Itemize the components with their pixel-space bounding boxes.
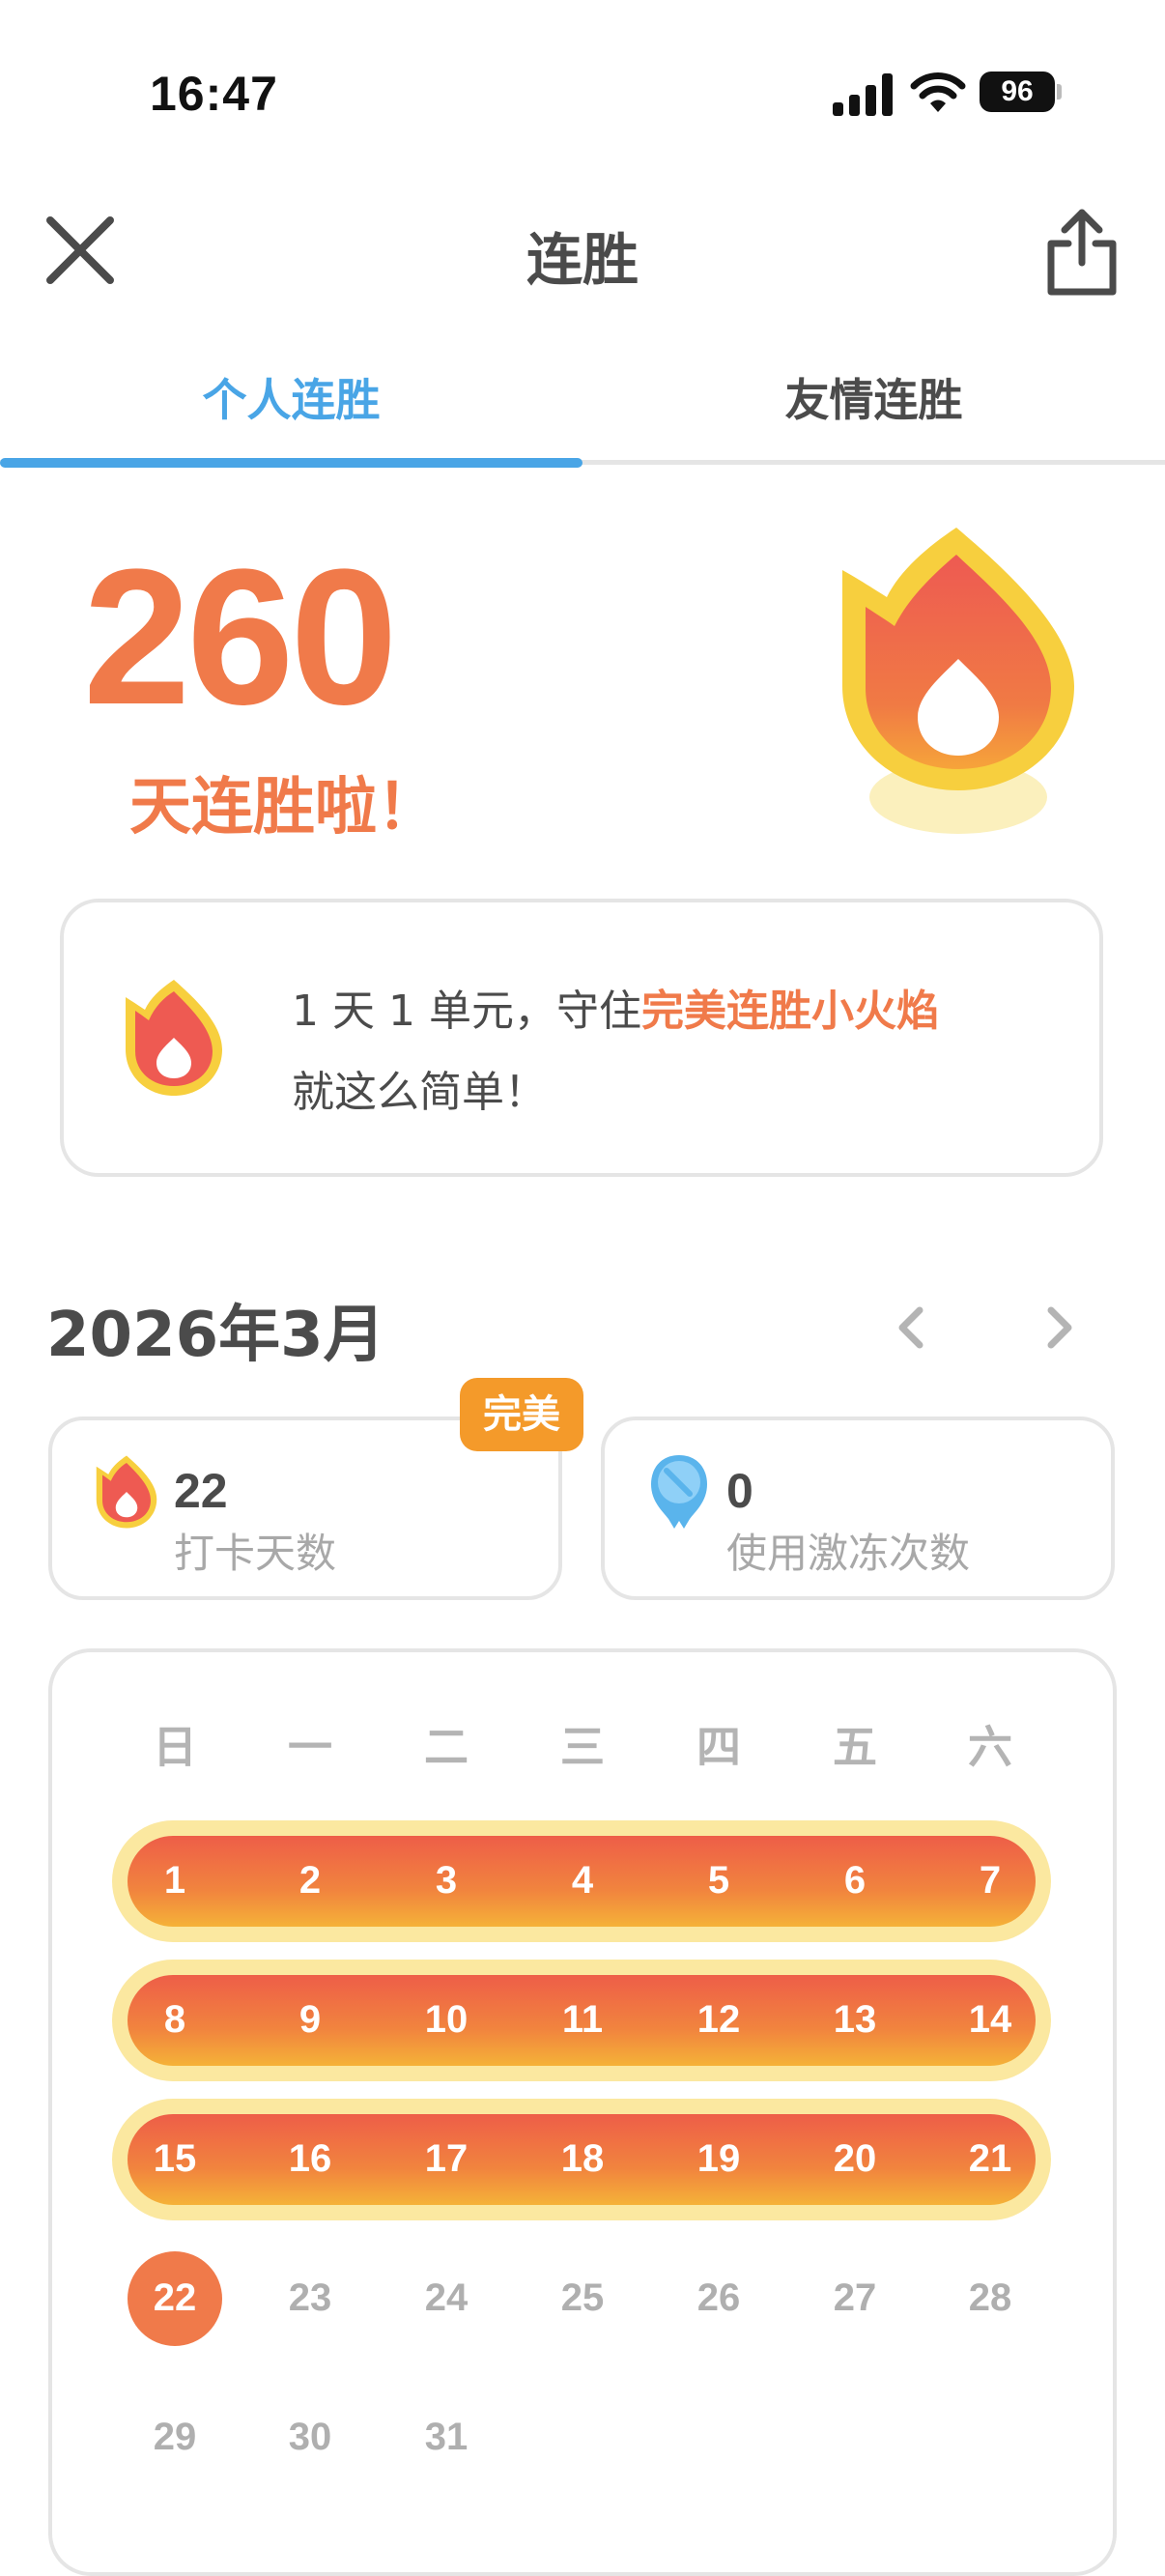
month-label: 2026年3月 — [46, 1300, 385, 1371]
wifi-icon — [910, 72, 966, 112]
status-time: 16:47 — [150, 67, 278, 121]
calendar-day[interactable]: 11 — [534, 1998, 631, 2042]
weekday-fri: 五 — [833, 1721, 877, 1773]
info-text-line2: 就这么简单！ — [292, 1068, 547, 1117]
calendar-day[interactable]: 2 — [262, 1859, 358, 1903]
weekday-thu: 四 — [696, 1721, 741, 1773]
weekday-mon: 一 — [288, 1721, 332, 1773]
calendar-day[interactable]: 8 — [127, 1998, 223, 2042]
calendar-day[interactable]: 27 — [807, 2276, 903, 2320]
flame-icon — [96, 1455, 157, 1529]
calendar-day[interactable]: 21 — [942, 2137, 1038, 2181]
calendar-day[interactable]: 9 — [262, 1998, 358, 2042]
weekday-sat: 六 — [968, 1721, 1012, 1773]
tab-personal-streak[interactable]: 个人连胜 — [0, 365, 582, 429]
streak-flame-icon — [842, 528, 1074, 834]
checkin-label: 打卡天数 — [174, 1530, 337, 1577]
calendar-day[interactable]: 14 — [942, 1998, 1038, 2042]
info-highlight: 完美连胜小火焰 — [640, 987, 939, 1036]
tab-friend-streak[interactable]: 友情连胜 — [582, 365, 1165, 429]
calendar-day[interactable]: 6 — [807, 1859, 903, 1903]
info-text-line1: 1 天 1 单元，守住完美连胜小火焰 — [292, 987, 939, 1036]
chevron-left-icon[interactable] — [893, 1304, 931, 1351]
calendar-day[interactable]: 5 — [670, 1859, 767, 1903]
calendar-day[interactable]: 17 — [398, 2137, 495, 2181]
calendar-day[interactable]: 15 — [127, 2137, 223, 2181]
page-title: 连胜 — [526, 227, 639, 293]
calendar-day[interactable]: 3 — [398, 1859, 495, 1903]
weekday-tue: 二 — [424, 1721, 469, 1773]
checkin-count: 22 — [174, 1464, 228, 1518]
share-icon[interactable] — [1043, 205, 1121, 298]
tab-active-indicator — [0, 458, 582, 468]
calendar-day[interactable]: 18 — [534, 2137, 631, 2181]
calendar-day[interactable]: 25 — [534, 2276, 631, 2320]
calendar-day[interactable]: 10 — [398, 1998, 495, 2042]
calendar-day[interactable]: 7 — [942, 1859, 1038, 1903]
calendar-day[interactable]: 31 — [398, 2416, 495, 2459]
streak-label: 天连胜啦！ — [129, 772, 439, 844]
battery-indicator: 96 — [980, 72, 1055, 112]
cellular-signal-icon — [833, 73, 895, 116]
perfect-badge: 完美 — [460, 1378, 583, 1451]
calendar-day[interactable]: 26 — [670, 2276, 767, 2320]
battery-tip — [1057, 84, 1062, 100]
calendar-day[interactable]: 28 — [942, 2276, 1038, 2320]
calendar-day-today[interactable]: 22 — [127, 2276, 223, 2320]
weekday-wed: 三 — [560, 1721, 605, 1773]
calendar-day[interactable]: 12 — [670, 1998, 767, 2042]
streak-count: 260 — [83, 530, 398, 745]
calendar-day[interactable]: 20 — [807, 2137, 903, 2181]
freeze-count: 0 — [726, 1464, 753, 1518]
streak-freeze-icon — [651, 1455, 707, 1529]
calendar-day[interactable]: 23 — [262, 2276, 358, 2320]
chevron-right-icon[interactable] — [1039, 1304, 1078, 1351]
flame-icon — [126, 980, 222, 1096]
calendar-day[interactable]: 19 — [670, 2137, 767, 2181]
calendar-day[interactable]: 13 — [807, 1998, 903, 2042]
calendar-day[interactable]: 30 — [262, 2416, 358, 2459]
weekday-sun: 日 — [153, 1721, 197, 1773]
freeze-label: 使用激冻次数 — [726, 1530, 971, 1577]
calendar-day[interactable]: 4 — [534, 1859, 631, 1903]
calendar-day[interactable]: 24 — [398, 2276, 495, 2320]
calendar-day[interactable]: 29 — [127, 2416, 223, 2459]
calendar-day[interactable]: 1 — [127, 1859, 223, 1903]
calendar-day[interactable]: 16 — [262, 2137, 358, 2181]
